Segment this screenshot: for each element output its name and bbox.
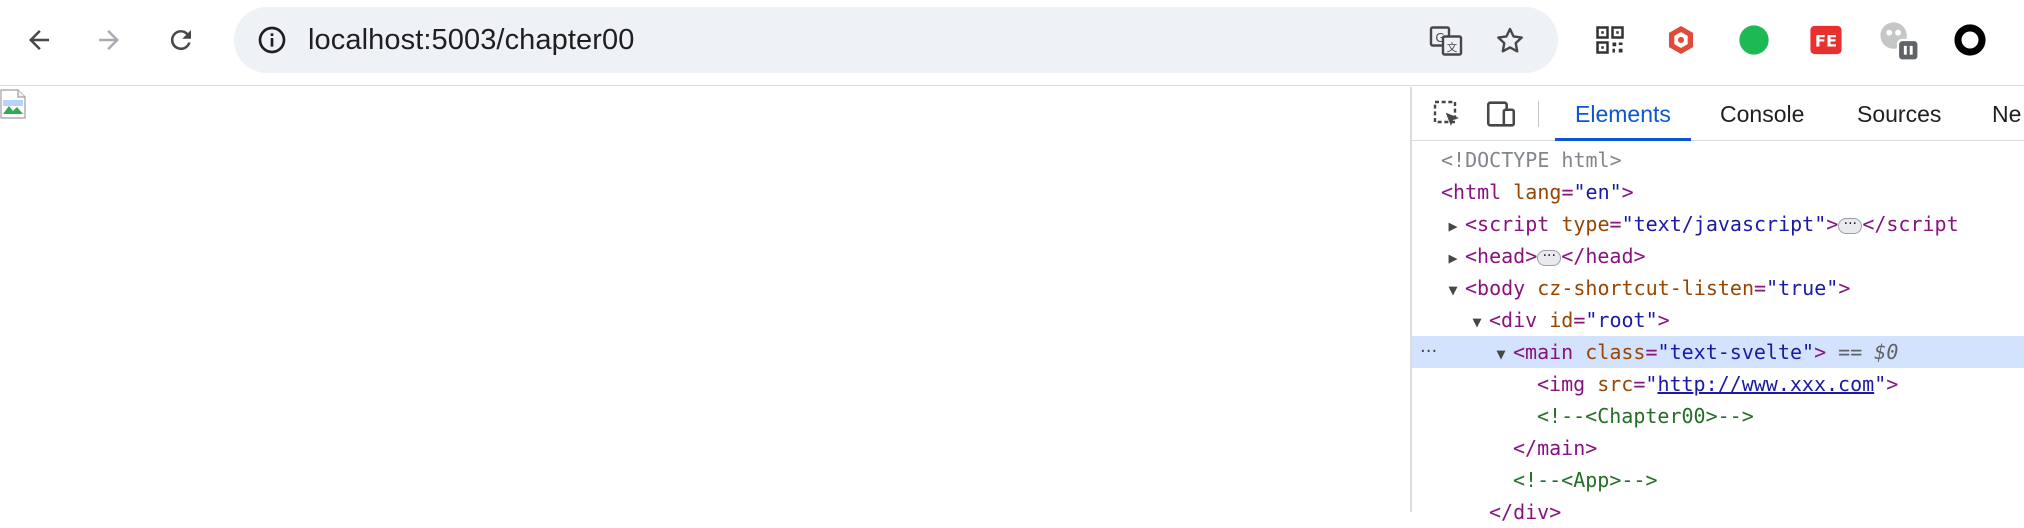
tab-console[interactable]: Console (1720, 87, 1804, 141)
expand-triangle-icon[interactable]: ▶ (1441, 210, 1465, 242)
fe-extension-label: FE (1815, 31, 1837, 50)
svg-text:文: 文 (1447, 41, 1458, 54)
tab-elements[interactable]: Elements (1555, 87, 1691, 141)
red-hexagon-extension-icon[interactable] (1659, 18, 1703, 62)
address-bar[interactable]: localhost:5003/chapter00 G文 (234, 7, 1558, 73)
tab-sources[interactable]: Sources (1857, 87, 1941, 141)
selected-node-ref: == $0 (1838, 340, 1899, 364)
dom-node-div-close[interactable]: </div> (1412, 496, 2024, 528)
dom-node-comment-app[interactable]: <!--<App>--> (1412, 464, 2024, 496)
broken-image-icon (0, 89, 26, 119)
dom-node-doctype[interactable]: <!DOCTYPE html> (1412, 144, 2024, 176)
device-toolbar-icon[interactable] (1482, 95, 1520, 133)
reload-icon (170, 30, 191, 51)
dom-node-body[interactable]: ▼ <body cz-shortcut-listen="true"> (1412, 272, 2024, 304)
collapsed-ellipsis-button[interactable]: ··· (1537, 249, 1562, 266)
url-text[interactable]: localhost:5003/chapter00 (308, 7, 634, 73)
translate-icon[interactable]: G文 (1424, 19, 1468, 63)
back-button[interactable] (16, 17, 62, 63)
fe-extension-icon[interactable]: FE (1804, 18, 1848, 62)
forward-button[interactable] (86, 17, 132, 63)
browser-toolbar: localhost:5003/chapter00 G文 FE (0, 0, 2024, 86)
page-viewport (0, 87, 1410, 512)
dom-node-img[interactable]: <img src="http://www.xxx.com"> (1412, 368, 2024, 400)
tab-network[interactable]: Ne (1992, 87, 2021, 141)
forward-arrow-icon (99, 30, 119, 50)
toolbar-divider (1538, 101, 1539, 127)
back-arrow-icon (29, 30, 49, 50)
bookmark-star-icon[interactable] (1488, 19, 1532, 63)
inspect-element-icon[interactable] (1428, 95, 1466, 133)
dom-node-head[interactable]: ▶ <head> ··· </head> (1412, 240, 2024, 272)
dom-node-main-selected[interactable]: ··· ▼ <main class="text-svelte"> == $0 (1412, 336, 2024, 368)
green-circle-extension-icon[interactable] (1732, 18, 1776, 62)
gray-extension-paused-icon[interactable] (1876, 18, 1920, 62)
img-src-link[interactable]: http://www.xxx.com (1657, 372, 1874, 396)
dom-tree: <!DOCTYPE html> <html lang="en"> ▶ <scrip… (1412, 142, 2024, 524)
expand-triangle-icon[interactable]: ▶ (1441, 242, 1465, 274)
dom-node-script[interactable]: ▶ <script type="text/javascript"> ··· </scr… (1412, 208, 2024, 240)
dom-node-div-root[interactable]: ▼ <div id="root"> (1412, 304, 2024, 336)
dom-node-html[interactable]: <html lang="en"> (1412, 176, 2024, 208)
collapse-triangle-icon[interactable]: ▼ (1441, 274, 1465, 306)
collapse-triangle-icon[interactable]: ▼ (1489, 338, 1513, 370)
node-actions-icon[interactable]: ··· (1420, 336, 1437, 368)
collapsed-ellipsis-button[interactable]: ··· (1838, 217, 1863, 234)
dom-node-main-close[interactable]: </main> (1412, 432, 2024, 464)
devtools-tab-bar: Elements Console Sources Ne (1412, 87, 2024, 141)
qr-code-icon[interactable] (1588, 18, 1632, 62)
reload-button[interactable] (158, 17, 204, 63)
profile-avatar-icon[interactable] (1948, 18, 1992, 62)
dom-node-comment-chapter[interactable]: <!--<Chapter00>--> (1412, 400, 2024, 432)
site-info-icon[interactable] (250, 18, 294, 62)
collapse-triangle-icon[interactable]: ▼ (1465, 306, 1489, 338)
devtools-panel: Elements Console Sources Ne <!DOCTYPE ht… (1410, 87, 2024, 524)
